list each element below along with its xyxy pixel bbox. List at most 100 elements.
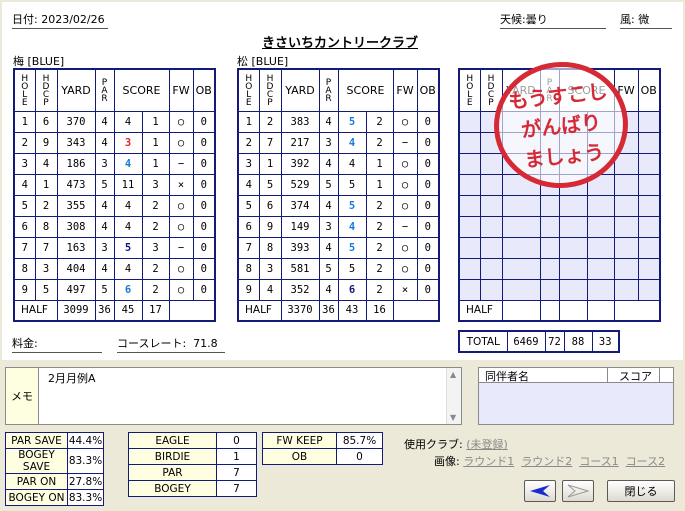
half-yard: 3370 <box>280 299 320 322</box>
table-row: 3 1 392 4 4 1 ○ 0 <box>237 152 440 175</box>
col-hole: HOLE <box>458 68 481 112</box>
scroll-down-icon[interactable]: ▼ <box>450 413 456 422</box>
image-link-round1[interactable]: ラウンド1 <box>463 455 514 468</box>
cell-score: 4 <box>113 257 143 280</box>
companion-score-header: スコア <box>619 370 652 383</box>
cell-hole: 5 <box>13 194 36 217</box>
cell-hdcp: 8 <box>34 215 58 238</box>
cell-fw: ○ <box>392 152 418 175</box>
cell-par: 4 <box>318 194 339 217</box>
stat-value: 83.3% <box>67 489 104 506</box>
table-row: 4 5 529 5 5 1 ○ 0 <box>237 173 440 196</box>
cell-par: 4 <box>318 278 339 301</box>
total-yard: 6469 <box>506 330 546 353</box>
image-link-round2[interactable]: ラウンド2 <box>521 455 572 468</box>
table-row: 5 6 374 4 5 2 ○ 0 <box>237 194 440 217</box>
club-link[interactable]: (未登録) <box>466 438 508 451</box>
cell-putts: 2 <box>365 236 394 259</box>
cell-par: 4 <box>94 131 115 154</box>
cell-putts: 1 <box>365 173 394 196</box>
cell-putts: 2 <box>365 257 394 280</box>
cell-hole: 3 <box>237 152 260 175</box>
cell-hdcp: 7 <box>258 131 282 154</box>
cell-ob: 0 <box>192 215 216 238</box>
stat-row: BOGEY 7 <box>128 480 257 497</box>
table-row <box>458 257 661 280</box>
cell-putts: 2 <box>365 194 394 217</box>
cell-hole: 8 <box>13 257 36 280</box>
image-link-course1[interactable]: コース1 <box>579 455 618 468</box>
stat-name: OB <box>262 448 337 465</box>
cell-putts <box>586 215 615 238</box>
table-row: 1 2 383 4 5 2 ○ 0 <box>237 110 440 133</box>
cell-putts: 1 <box>141 131 170 154</box>
next-button[interactable] <box>562 480 594 502</box>
close-button[interactable]: 閉じる <box>607 480 675 502</box>
cell-score <box>558 278 588 301</box>
half-label: HALF <box>13 299 58 322</box>
back-nine-table: HOLE HDCP YARD PAR SCORE FW OB 1 2 383 4 5 2 ○… <box>237 68 440 322</box>
cell-score: 5 <box>337 110 367 133</box>
companions-list[interactable]: 同伴者名 スコア <box>478 367 674 425</box>
cell-fw: − <box>392 215 418 238</box>
table-row <box>458 194 661 217</box>
col-hdcp: HDCP <box>258 68 282 112</box>
half-putts <box>586 299 615 322</box>
cell-hdcp: 5 <box>258 173 282 196</box>
cell-hole <box>458 278 481 301</box>
cell-ob <box>637 194 661 217</box>
date-value: 2023/02/26 <box>41 13 105 26</box>
cell-ob: 0 <box>192 173 216 196</box>
cell-par: 3 <box>94 236 115 259</box>
half-row: HALF <box>458 299 661 322</box>
table-row: 4 1 473 5 11 3 × 0 <box>13 173 216 196</box>
col-ob: OB <box>637 68 661 112</box>
cell-ob: 0 <box>416 194 440 217</box>
cell-fw: ○ <box>168 194 194 217</box>
image-label: 画像: <box>434 455 460 468</box>
cell-putts <box>586 278 615 301</box>
stat-row: FW KEEP 85.7% <box>262 432 383 449</box>
cell-fw <box>613 278 639 301</box>
col-hole: HOLE <box>13 68 36 112</box>
cell-hole: 4 <box>237 173 260 196</box>
memo-box[interactable]: メモ 2月月例A ▲ ▼ <box>5 367 462 425</box>
cell-yard <box>501 257 541 280</box>
stat-name: BIRDIE <box>128 448 217 465</box>
cell-ob: 0 <box>192 152 216 175</box>
weather-value: 曇り <box>525 13 548 26</box>
col-fw: FW <box>392 68 418 112</box>
half-par <box>539 299 560 322</box>
cell-hdcp <box>479 173 503 196</box>
stat-row: BIRDIE 1 <box>128 448 257 465</box>
memo-scrollbar[interactable]: ▲ ▼ <box>446 368 461 424</box>
cell-par: 4 <box>318 152 339 175</box>
cell-ob <box>637 131 661 154</box>
scroll-up-icon[interactable]: ▲ <box>450 370 456 379</box>
cell-hole: 2 <box>13 131 36 154</box>
cell-par <box>539 236 560 259</box>
cell-yard: 352 <box>280 278 320 301</box>
weather-label: 天候: <box>500 13 526 26</box>
cell-par: 5 <box>318 257 339 280</box>
cell-ob: 0 <box>192 131 216 154</box>
course-title: きさいちカントリークラブ <box>262 36 419 51</box>
prev-button[interactable] <box>524 480 556 502</box>
stat-name: EAGLE <box>128 432 217 449</box>
cell-score <box>558 215 588 238</box>
image-link-course2[interactable]: コース2 <box>626 455 665 468</box>
cell-hdcp <box>479 236 503 259</box>
cell-yard: 163 <box>56 236 96 259</box>
table-row: 6 8 308 4 4 2 ○ 0 <box>13 215 216 238</box>
stats-right-table: FW KEEP 85.7% OB 0 <box>262 432 383 465</box>
total-putts: 33 <box>591 330 620 353</box>
wind-value: 微 <box>638 13 650 26</box>
cell-ob <box>637 278 661 301</box>
cell-hole: 8 <box>237 257 260 280</box>
cell-par: 4 <box>318 236 339 259</box>
back-arrow-icon <box>530 485 550 497</box>
memo-text[interactable]: 2月月例A <box>48 370 96 386</box>
cell-hole: 1 <box>237 110 260 133</box>
wind-label: 風: <box>620 13 635 26</box>
cell-par: 4 <box>318 110 339 133</box>
